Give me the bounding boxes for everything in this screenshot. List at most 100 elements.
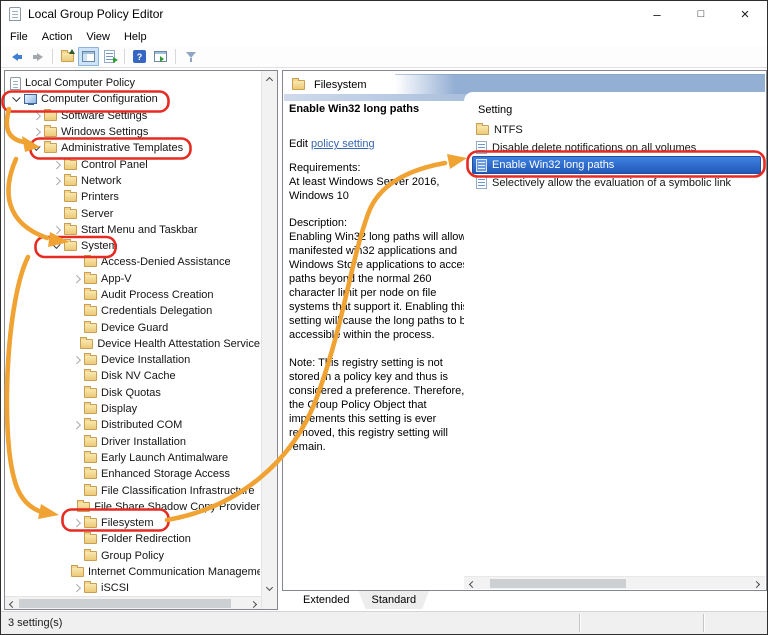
tree-list: Local Computer Policy Computer Configurat… xyxy=(6,72,260,595)
chevron-right-icon[interactable] xyxy=(31,108,44,124)
status-separator xyxy=(579,614,581,632)
tree-item-device-guard[interactable]: Device Guard xyxy=(6,319,260,335)
tree-item-device-health-attestation-service[interactable]: Device Health Attestation Service xyxy=(6,336,260,352)
tree-item-windows-settings[interactable]: Windows Settings xyxy=(6,124,260,140)
tree-item-audit-process-creation[interactable]: Audit Process Creation xyxy=(6,287,260,303)
maximize-button[interactable]: □ xyxy=(679,1,723,27)
tree-item-access-denied-assistance[interactable]: Access-Denied Assistance xyxy=(6,254,260,270)
filter-icon[interactable] xyxy=(180,47,201,66)
tree-item-system[interactable]: System xyxy=(6,238,260,254)
setting-label: Selectively allow the evaluation of a sy… xyxy=(492,176,732,189)
scroll-right-icon[interactable] xyxy=(750,577,763,590)
chevron-down-icon[interactable] xyxy=(51,238,64,254)
menu-file[interactable]: File xyxy=(3,31,35,43)
tree-item-distributed-com[interactable]: Distributed COM xyxy=(6,417,260,433)
tree-item-start-menu-and-taskbar[interactable]: Start Menu and Taskbar xyxy=(6,222,260,238)
tree-item-credentials-delegation[interactable]: Credentials Delegation xyxy=(6,303,260,319)
chevron-right-icon[interactable] xyxy=(71,580,84,595)
tree-item-disk-quotas[interactable]: Disk Quotas xyxy=(6,385,260,401)
scroll-right-icon[interactable] xyxy=(247,597,260,610)
tree-item-control-panel[interactable]: Control Panel xyxy=(6,156,260,172)
setting-column-header[interactable]: Setting xyxy=(478,104,512,116)
policy-setting-link[interactable]: policy setting xyxy=(311,138,375,150)
chevron-right-icon[interactable] xyxy=(71,352,84,368)
tree-item-file-classification-infrastructure[interactable]: File Classification Infrastructure xyxy=(6,482,260,498)
help-icon[interactable]: ? xyxy=(129,47,150,66)
scroll-left-icon[interactable] xyxy=(6,597,19,610)
tree-item-administrative-templates[interactable]: Administrative Templates xyxy=(6,140,260,156)
menu-help[interactable]: Help xyxy=(117,31,154,43)
tree-item-server[interactable]: Server xyxy=(6,205,260,221)
chevron-right-icon[interactable] xyxy=(51,157,64,173)
export-list-icon[interactable] xyxy=(99,47,120,66)
folder-icon xyxy=(64,222,77,235)
tree-item-software-settings[interactable]: Software Settings xyxy=(6,108,260,124)
chevron-right-icon[interactable] xyxy=(51,173,64,189)
chevron-right-icon[interactable] xyxy=(71,271,84,287)
scroll-down-icon[interactable] xyxy=(263,582,276,595)
tree-item-printers[interactable]: Printers xyxy=(6,189,260,205)
scroll-left-icon[interactable] xyxy=(466,577,479,590)
chevron-right-icon[interactable] xyxy=(51,222,64,238)
status-bar: 3 setting(s) xyxy=(1,611,767,634)
tree-item-enhanced-storage-access[interactable]: Enhanced Storage Access xyxy=(6,466,260,482)
tree-item-disk-nv-cache[interactable]: Disk NV Cache xyxy=(6,368,260,384)
policy-icon xyxy=(476,176,487,190)
app-scroll-icon xyxy=(9,7,21,21)
folder-icon xyxy=(84,385,97,398)
back-arrow-icon[interactable] xyxy=(6,47,27,66)
tree-item-network[interactable]: Network xyxy=(6,173,260,189)
scrollbar-thumb[interactable] xyxy=(490,579,626,588)
chevron-right-icon[interactable] xyxy=(71,417,84,433)
settings-horizontal-scrollbar[interactable] xyxy=(464,576,765,589)
close-button[interactable]: × xyxy=(723,1,767,27)
show-action-pane-icon[interactable] xyxy=(150,47,171,66)
tree-item-early-launch-antimalware[interactable]: Early Launch Antimalware xyxy=(6,450,260,466)
tree-item-driver-installation[interactable]: Driver Installation xyxy=(6,434,260,450)
menu-action[interactable]: Action xyxy=(35,31,80,43)
setting-row-selectively-allow-the-evaluation-of-a-symbolic-link[interactable]: Selectively allow the evaluation of a sy… xyxy=(464,174,765,192)
tree-item-iscsi[interactable]: iSCSI xyxy=(6,580,260,595)
tree-item-folder-redirection[interactable]: Folder Redirection xyxy=(6,531,260,547)
setting-row-enable-win32-long-paths[interactable]: Enable Win32 long paths xyxy=(464,156,765,175)
menu-view[interactable]: View xyxy=(79,31,117,43)
tree-item-file-share-shadow-copy-provider[interactable]: File Share Shadow Copy Provider xyxy=(6,499,260,515)
tree-item-group-policy[interactable]: Group Policy xyxy=(6,548,260,564)
tree-vertical-scrollbar[interactable] xyxy=(261,71,277,609)
tree-item-display[interactable]: Display xyxy=(6,401,260,417)
tree-horizontal-scrollbar[interactable] xyxy=(5,596,261,609)
forward-arrow-icon[interactable] xyxy=(27,47,48,66)
folder-icon xyxy=(80,336,94,349)
tree-item-computer-configuration[interactable]: Computer Configuration xyxy=(6,91,260,107)
tree-item-label: Driver Installation xyxy=(101,435,186,448)
tree-item-label: Early Launch Antimalware xyxy=(101,451,229,464)
tree-item-app-v[interactable]: App-V xyxy=(6,271,260,287)
tab-standard[interactable]: Standard xyxy=(358,591,429,609)
setting-row-disable-delete-notifications-on-all-volumes[interactable]: Disable delete notifications on all volu… xyxy=(464,139,765,157)
minimize-button[interactable]: – xyxy=(635,1,679,27)
tree-item-local-computer-policy[interactable]: Local Computer Policy xyxy=(6,75,260,91)
show-console-tree-toggle-icon[interactable] xyxy=(78,47,99,66)
chevron-right-icon[interactable] xyxy=(71,515,84,531)
folder-icon xyxy=(44,125,57,138)
requirements-text: At least Windows Server 2016, Windows 10 xyxy=(289,176,440,202)
setting-label: NTFS xyxy=(494,123,523,136)
chevron-right-icon[interactable] xyxy=(31,124,44,140)
toolbar: ? xyxy=(1,46,767,68)
scrollbar-thumb[interactable] xyxy=(19,599,231,608)
setting-row-ntfs[interactable]: NTFS xyxy=(464,121,765,139)
tree-item-device-installation[interactable]: Device Installation xyxy=(6,352,260,368)
up-one-level-folder-icon[interactable] xyxy=(57,47,78,66)
policy-icon xyxy=(476,158,487,172)
scroll-up-icon[interactable] xyxy=(263,72,276,85)
tree-item-internet-communication-management[interactable]: Internet Communication Management xyxy=(6,564,260,580)
folder-icon xyxy=(84,402,97,415)
chevron-down-icon[interactable] xyxy=(31,140,44,156)
description-paragraph: Note: This registry setting is not store… xyxy=(289,357,473,453)
tab-extended[interactable]: Extended xyxy=(290,591,362,609)
tree-item-filesystem[interactable]: Filesystem xyxy=(6,515,260,531)
chevron-down-icon[interactable] xyxy=(11,91,24,107)
tree-item-label: Display xyxy=(101,403,138,416)
